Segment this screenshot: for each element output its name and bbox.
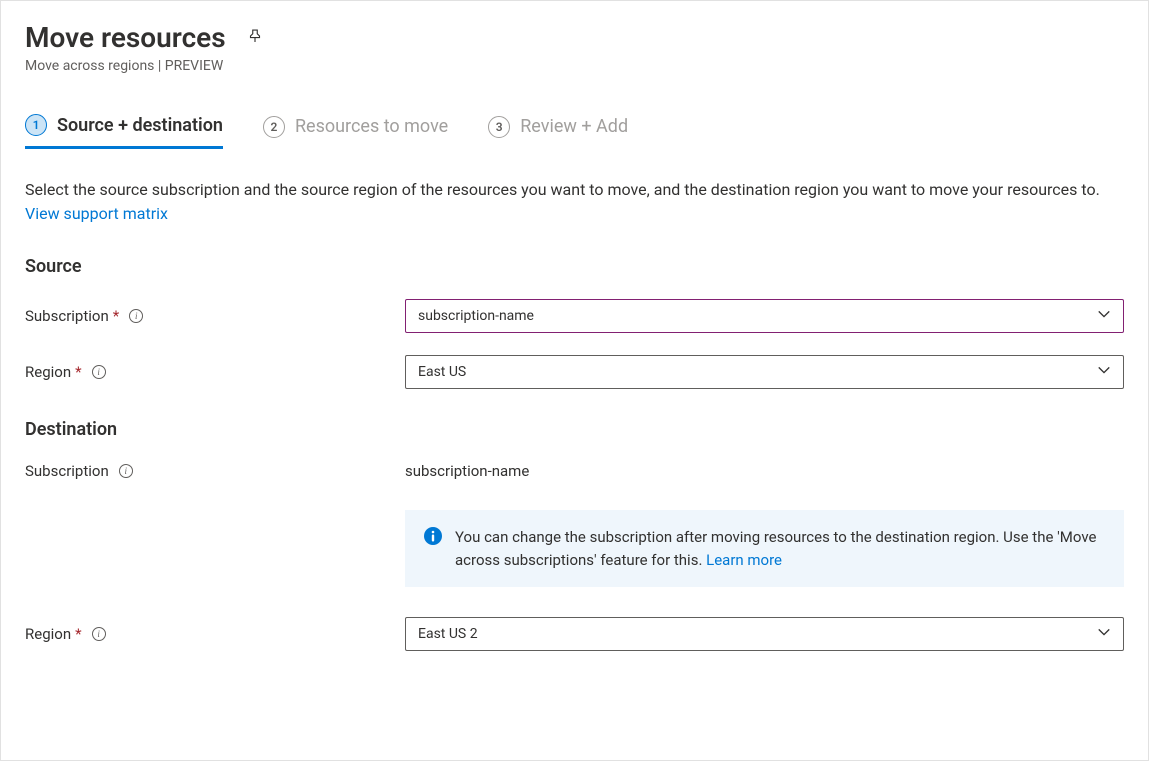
destination-region-label-area: Region * i [25, 625, 405, 643]
source-region-label: Region [25, 363, 71, 381]
required-indicator: * [113, 307, 119, 325]
pin-icon[interactable] [246, 27, 264, 49]
tab-number: 2 [263, 116, 285, 138]
info-icon [423, 526, 443, 550]
dropdown-value: subscription-name [418, 308, 534, 324]
page-subtitle: Move across regions | PREVIEW [25, 58, 1124, 74]
source-region-dropdown[interactable]: East US [405, 355, 1124, 389]
destination-subscription-label: Subscription [25, 462, 109, 480]
destination-region-label: Region [25, 625, 71, 643]
info-icon[interactable]: i [129, 309, 143, 323]
tab-resources-to-move[interactable]: 2 Resources to move [263, 114, 448, 149]
form-control-area: subscription-name [405, 299, 1124, 333]
tab-review-add[interactable]: 3 Review + Add [488, 114, 628, 149]
chevron-down-icon [1097, 625, 1111, 643]
chevron-down-icon [1097, 363, 1111, 381]
required-indicator: * [75, 625, 81, 643]
tab-label: Source + destination [57, 115, 223, 136]
tab-number: 1 [25, 114, 47, 136]
page-container: Move resources Move across regions | PRE… [0, 0, 1149, 761]
info-icon[interactable]: i [92, 365, 106, 379]
source-subscription-label: Subscription [25, 307, 109, 325]
wizard-tabs: 1 Source + destination 2 Resources to mo… [25, 114, 1124, 150]
destination-subscription-row: Subscription i subscription-name [25, 462, 1124, 480]
source-region-row: Region * i East US [25, 355, 1124, 389]
view-support-matrix-link[interactable]: View support matrix [25, 204, 168, 223]
tab-source-destination[interactable]: 1 Source + destination [25, 114, 223, 149]
learn-more-link[interactable]: Learn more [706, 551, 782, 569]
page-title: Move resources [25, 21, 226, 54]
description-text: Select the source subscription and the s… [25, 180, 1100, 199]
source-subscription-row: Subscription * i subscription-name [25, 299, 1124, 333]
form-control-area: East US 2 [405, 617, 1124, 651]
info-box-text: You can change the subscription after mo… [455, 526, 1106, 571]
form-control-area: subscription-name [405, 462, 1124, 480]
required-indicator: * [75, 363, 81, 381]
destination-heading: Destination [25, 419, 1124, 440]
tab-number: 3 [488, 116, 510, 138]
header-row: Move resources [25, 21, 1124, 54]
destination-subscription-label-area: Subscription i [25, 462, 405, 480]
dropdown-value: East US [418, 364, 466, 380]
page-description: Select the source subscription and the s… [25, 178, 1124, 226]
chevron-down-icon [1097, 307, 1111, 325]
destination-region-row: Region * i East US 2 [25, 617, 1124, 651]
info-icon[interactable]: i [119, 464, 133, 478]
info-icon[interactable]: i [92, 627, 106, 641]
dropdown-value: East US 2 [418, 626, 478, 642]
form-control-area: East US [405, 355, 1124, 389]
tab-label: Review + Add [520, 116, 628, 137]
source-subscription-label-area: Subscription * i [25, 307, 405, 325]
tab-label: Resources to move [295, 116, 448, 137]
source-heading: Source [25, 256, 1124, 277]
source-subscription-dropdown[interactable]: subscription-name [405, 299, 1124, 333]
source-region-label-area: Region * i [25, 363, 405, 381]
destination-subscription-value: subscription-name [405, 462, 529, 480]
subscription-info-box: You can change the subscription after mo… [405, 510, 1124, 587]
destination-region-dropdown[interactable]: East US 2 [405, 617, 1124, 651]
